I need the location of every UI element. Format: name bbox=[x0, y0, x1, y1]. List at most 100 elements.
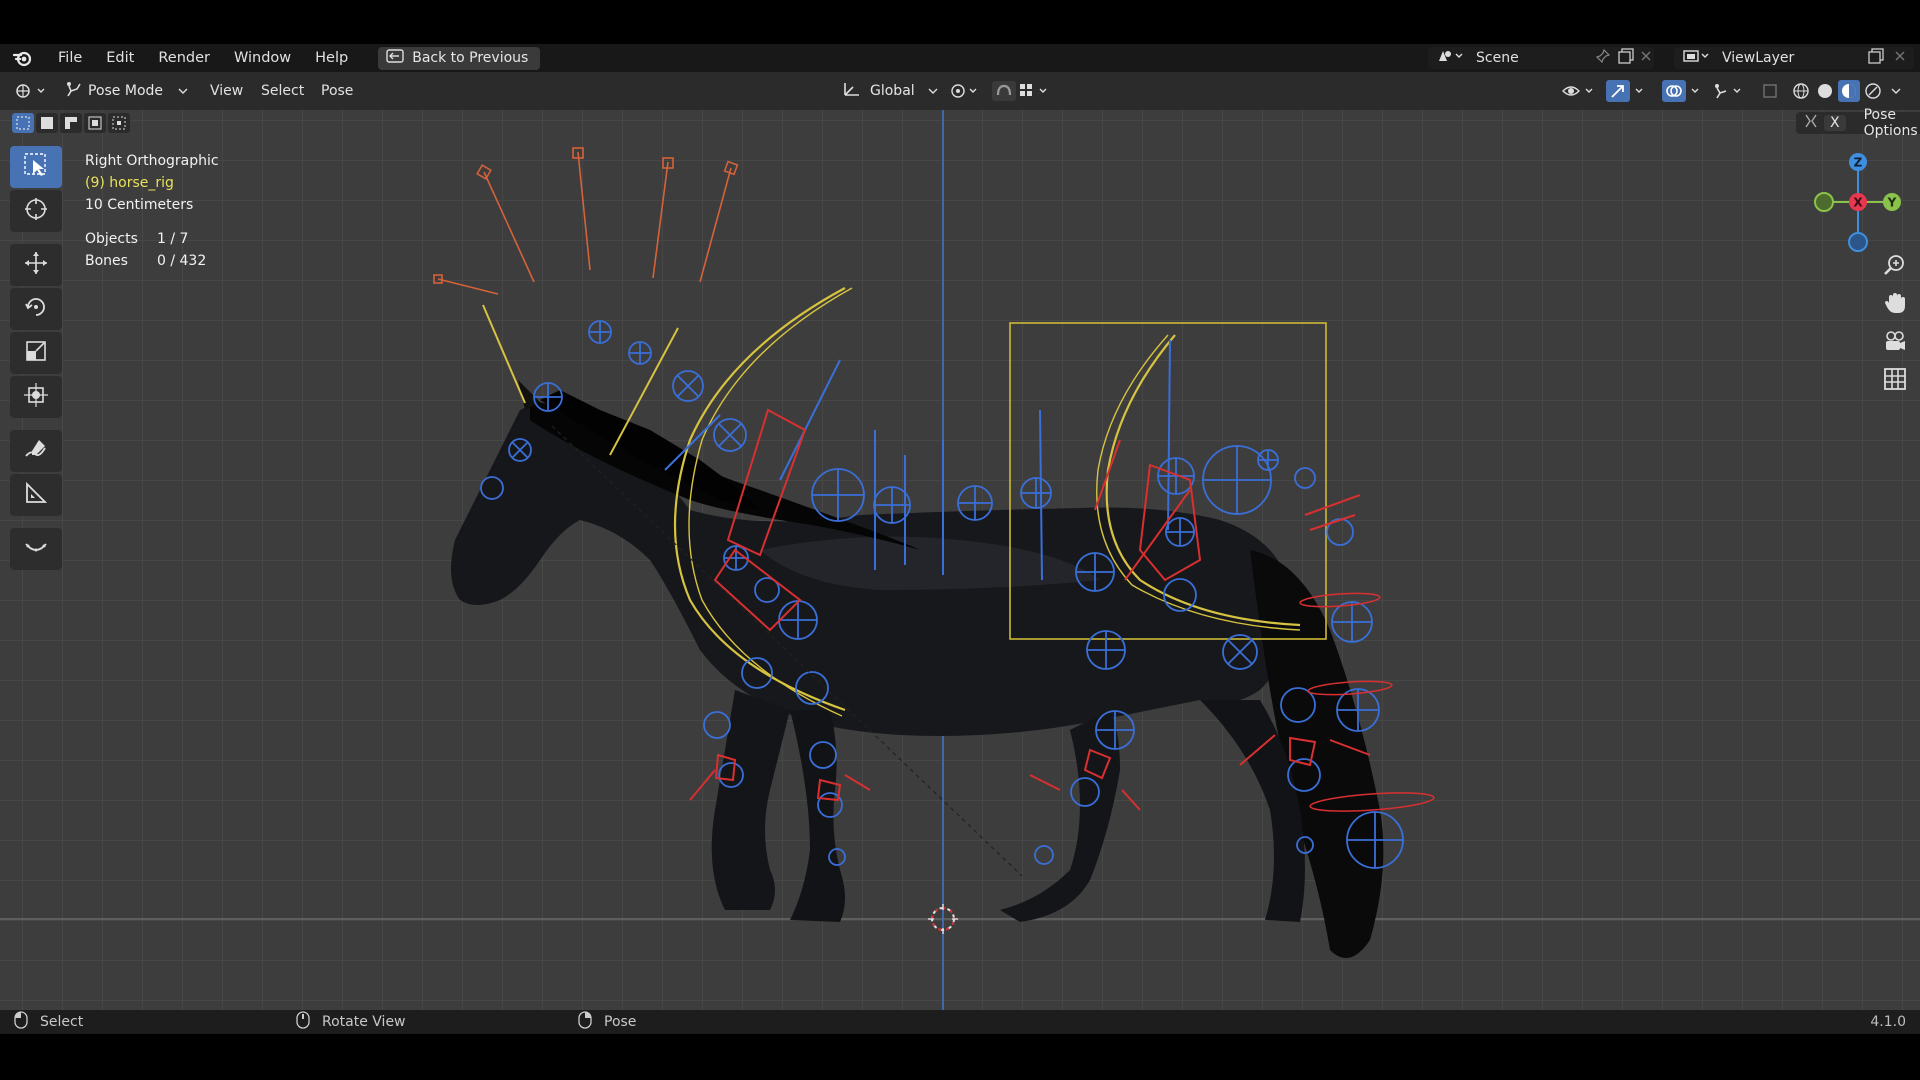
chevron-down-icon bbox=[178, 83, 188, 99]
shading-solid-button[interactable] bbox=[1816, 80, 1834, 102]
cursor-tool[interactable] bbox=[10, 190, 62, 232]
stat-bones-value: 0 / 432 bbox=[157, 253, 207, 269]
letterbox-top bbox=[0, 0, 1920, 44]
new-scene-icon[interactable] bbox=[1618, 48, 1634, 68]
pan-button[interactable] bbox=[1877, 290, 1913, 320]
top-menubar: File Edit Render Window Help Back to Pre… bbox=[0, 44, 1920, 72]
annotate-icon bbox=[23, 436, 49, 466]
ortho-toggle-button[interactable] bbox=[1877, 366, 1913, 396]
navigation-buttons bbox=[1877, 252, 1913, 396]
zoom-icon bbox=[1883, 253, 1907, 281]
pose-options-bar: X Pose Options bbox=[1796, 107, 1920, 139]
menu-file[interactable]: File bbox=[46, 50, 94, 66]
viewlayer-selector[interactable]: ViewLayer bbox=[1674, 47, 1914, 69]
back-to-previous-button[interactable]: Back to Previous bbox=[378, 46, 541, 70]
rotate-tool[interactable] bbox=[10, 288, 62, 330]
back-button-label: Back to Previous bbox=[412, 50, 529, 66]
menu-window[interactable]: Window bbox=[222, 50, 303, 66]
new-viewlayer-icon[interactable] bbox=[1868, 48, 1884, 68]
shading-rendered-button[interactable] bbox=[1864, 80, 1882, 102]
snap-target-button[interactable] bbox=[1018, 80, 1054, 102]
close-scene-icon[interactable] bbox=[1640, 50, 1652, 66]
select-subtract-icon[interactable] bbox=[60, 113, 82, 133]
menu-select[interactable]: Select bbox=[261, 80, 304, 102]
menu-view[interactable]: View bbox=[210, 80, 243, 102]
gizmo-toggle[interactable] bbox=[1606, 80, 1646, 102]
ortho-grid-icon bbox=[1883, 367, 1907, 395]
menu-help[interactable]: Help bbox=[303, 50, 360, 66]
scale-tool[interactable] bbox=[10, 332, 62, 374]
stat-bones-label: Bones bbox=[85, 253, 128, 269]
measure-tool[interactable] bbox=[10, 474, 62, 516]
close-viewlayer-icon[interactable] bbox=[1894, 50, 1906, 66]
select-intersect-icon[interactable] bbox=[108, 113, 130, 133]
annotate-tool[interactable] bbox=[10, 430, 62, 472]
blender-logo-icon[interactable] bbox=[12, 47, 34, 69]
camera-view-button[interactable] bbox=[1877, 328, 1913, 358]
3d-viewport[interactable] bbox=[0, 110, 1920, 1010]
mirror-icon[interactable] bbox=[1802, 112, 1820, 134]
cursor-icon bbox=[23, 196, 49, 226]
move-icon bbox=[23, 250, 49, 280]
shading-options-button[interactable] bbox=[1890, 80, 1902, 102]
chevron-down-icon bbox=[928, 83, 938, 99]
mouse-middle-icon bbox=[296, 1011, 310, 1033]
select-box-tool[interactable] bbox=[10, 146, 62, 188]
status-bar: Select Rotate View Pose 4.1.0 bbox=[0, 1010, 1920, 1034]
mouse-right-icon bbox=[578, 1011, 592, 1033]
select-box-icon bbox=[23, 152, 49, 182]
svg-text:Z: Z bbox=[1854, 156, 1863, 170]
viewlayer-icon bbox=[1682, 48, 1710, 68]
mode-label: Pose Mode bbox=[88, 83, 164, 99]
navigation-gizmo[interactable]: Z Y X bbox=[1806, 150, 1906, 254]
select-new-icon[interactable] bbox=[12, 113, 34, 133]
pin-icon[interactable] bbox=[1595, 48, 1611, 67]
snap-toggle[interactable] bbox=[992, 80, 1016, 102]
scene-icon bbox=[1436, 48, 1464, 68]
editor-type-button[interactable] bbox=[14, 80, 50, 102]
mode-dropdown[interactable]: Pose Mode bbox=[58, 80, 194, 102]
zoom-button[interactable] bbox=[1877, 252, 1913, 282]
orange-bones bbox=[433, 147, 739, 295]
shading-material-button[interactable] bbox=[1838, 80, 1860, 102]
active-object: (9) horse_rig bbox=[85, 175, 174, 191]
menu-render[interactable]: Render bbox=[146, 50, 222, 66]
scene-canvas bbox=[0, 110, 1920, 1010]
viewlayer-name[interactable]: ViewLayer bbox=[1722, 50, 1794, 66]
move-tool[interactable] bbox=[10, 244, 62, 286]
transform-tool[interactable] bbox=[10, 376, 62, 418]
status-select: Select bbox=[14, 1011, 83, 1033]
scene-name[interactable]: Scene bbox=[1476, 50, 1519, 66]
select-invert-icon[interactable] bbox=[84, 113, 106, 133]
grid-scale: 10 Centimeters bbox=[85, 197, 194, 213]
menu-edit[interactable]: Edit bbox=[94, 50, 146, 66]
viewport-header: Pose Mode View Select Pose Global bbox=[0, 72, 1920, 110]
overlays-toggle[interactable] bbox=[1662, 80, 1702, 102]
pan-hand-icon bbox=[1883, 291, 1907, 319]
orientation-label: Global bbox=[870, 83, 915, 99]
tool-shelf bbox=[10, 146, 64, 570]
menu-pose[interactable]: Pose bbox=[321, 80, 353, 102]
relax-icon bbox=[23, 534, 49, 564]
x-mirror-toggle[interactable]: X bbox=[1824, 115, 1846, 131]
xray-toggle[interactable] bbox=[1762, 80, 1778, 102]
letterbox-bottom bbox=[0, 1034, 1920, 1080]
bone-overlay-button[interactable] bbox=[1712, 80, 1748, 102]
visibility-button[interactable] bbox=[1562, 80, 1596, 102]
pivot-point-button[interactable] bbox=[950, 80, 982, 102]
view-name: Right Orthographic bbox=[85, 153, 219, 169]
transform-orientation-dropdown[interactable]: Global bbox=[842, 80, 938, 102]
version-label: 4.1.0 bbox=[1870, 1014, 1906, 1030]
back-screen-icon bbox=[386, 49, 404, 67]
status-pose: Pose bbox=[578, 1011, 636, 1033]
select-extend-icon[interactable] bbox=[36, 113, 58, 133]
relax-tool[interactable] bbox=[10, 528, 62, 570]
shading-wireframe-button[interactable] bbox=[1792, 80, 1810, 102]
scale-icon bbox=[23, 338, 49, 368]
svg-text:Y: Y bbox=[1887, 196, 1897, 210]
scene-selector[interactable]: Scene bbox=[1428, 47, 1654, 69]
pose-options-label[interactable]: Pose Options bbox=[1864, 107, 1918, 139]
stat-objects-label: Objects bbox=[85, 231, 138, 247]
svg-text:X: X bbox=[1853, 196, 1863, 210]
status-pose-label: Pose bbox=[604, 1014, 637, 1030]
